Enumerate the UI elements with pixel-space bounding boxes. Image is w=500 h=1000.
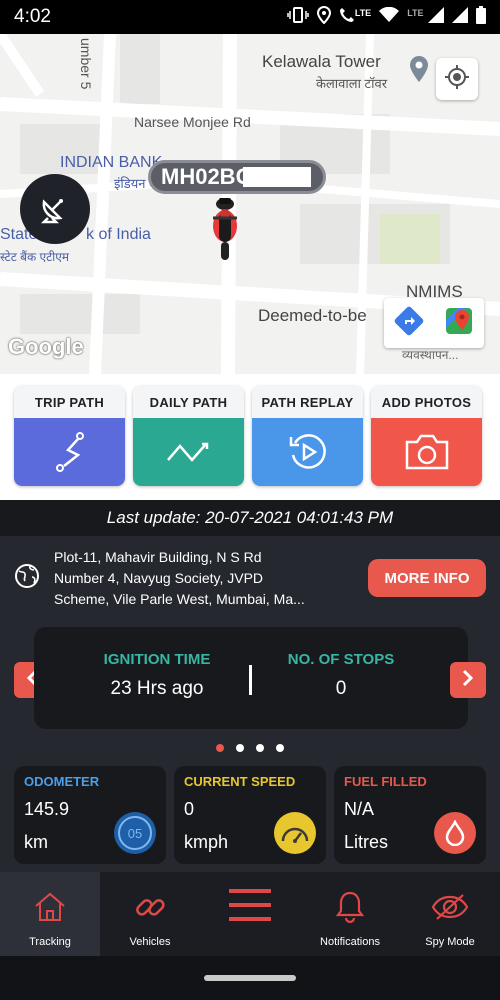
trip-path-icon <box>14 418 125 486</box>
vehicle-address: Plot-11, Mahavir Building, N S Rd Number… <box>54 547 354 610</box>
vehicle-number-tag[interactable]: MH02BC <box>148 160 326 194</box>
status-bar: 4:02 LTE LTE <box>0 0 500 34</box>
map-label-kelawala-tower-hi: केलावाला टॉवर <box>316 76 388 91</box>
bottom-navigation: Tracking Vehicles Notifications Spy Mode <box>0 872 500 956</box>
chevron-right-icon <box>461 669 475 692</box>
trip-path-label: TRIP PATH <box>14 386 125 418</box>
vehicle-number-redaction <box>243 167 311 187</box>
nav-spy-mode-label: Spy Mode <box>425 936 475 948</box>
map-label-narsee-monjee: Narsee Monjee Rd <box>134 114 251 130</box>
fuel-filled-card: FUEL FILLED N/A Litres <box>334 766 486 864</box>
stops-value: 0 <box>335 678 347 699</box>
ignition-time-title: IGNITION TIME <box>103 651 211 668</box>
signal-icon-2 <box>452 6 468 28</box>
carousel-dot[interactable] <box>256 744 264 752</box>
nav-tracking-label: Tracking <box>29 936 71 948</box>
map-pin-icon <box>410 56 428 87</box>
daily-path-icon <box>133 418 244 486</box>
stops-section: NO. OF STOPS 0 <box>256 651 426 700</box>
trip-info-card: IGNITION TIME 23 Hrs ago NO. OF STOPS 0 <box>34 627 468 729</box>
call-lte-icon: LTE <box>339 7 371 28</box>
map-label-road-number5: umber 5 <box>78 38 94 90</box>
location-icon <box>316 5 331 29</box>
ignition-time-value: 23 Hrs ago <box>110 678 204 699</box>
lte-label-2: LTE <box>407 8 424 19</box>
menu-icon <box>227 882 273 928</box>
more-info-button[interactable]: MORE INFO <box>368 559 486 597</box>
battery-icon <box>476 5 486 29</box>
fuel-drop-icon <box>434 812 476 854</box>
vibrate-icon <box>287 6 309 28</box>
nav-vehicles-label: Vehicles <box>129 936 171 948</box>
address-line-1: Plot-11, Mahavir Building, N S Rd <box>54 548 262 565</box>
add-photos-label: ADD PHOTOS <box>371 386 482 418</box>
add-photos-button[interactable]: ADD PHOTOS <box>371 386 482 486</box>
daily-path-label: DAILY PATH <box>133 386 244 418</box>
status-time: 4:02 <box>14 6 51 27</box>
camera-icon <box>371 418 482 486</box>
action-buttons-row: TRIP PATH DAILY PATH PATH REPLAY ADD PHO… <box>0 374 500 500</box>
carousel-dot[interactable] <box>236 744 244 752</box>
carousel-dot[interactable] <box>276 744 284 752</box>
next-card-button[interactable] <box>450 662 486 698</box>
current-speed-card: CURRENT SPEED 0 kmph <box>174 766 326 864</box>
odometer-icon: 05 <box>114 812 156 854</box>
lte-label: LTE <box>354 8 372 19</box>
last-update-text: Last update: 20-07-2021 04:01:43 PM <box>0 500 500 536</box>
bike-marker-icon[interactable] <box>208 196 242 269</box>
google-logo: Google <box>8 334 84 359</box>
address-line-3: Scheme, Vile Parle West, Mumbai, Ma... <box>54 590 305 607</box>
map-view[interactable]: Kelawala Tower केलावाला टॉवर umber 5 Nar… <box>0 34 500 374</box>
eye-icon <box>431 884 469 930</box>
map-label-indian-bank: INDIAN BANK <box>60 154 163 171</box>
home-icon <box>33 884 67 930</box>
satellite-toggle-button[interactable] <box>20 174 90 244</box>
home-gesture-pill[interactable] <box>204 975 296 981</box>
external-maps-buttons <box>384 298 484 348</box>
google-maps-icon[interactable] <box>444 306 474 341</box>
speedometer-icon <box>274 812 316 854</box>
nav-tracking[interactable]: Tracking <box>0 872 100 956</box>
map-label-kelawala-tower: Kelawala Tower <box>262 52 381 71</box>
satellite-dish-icon <box>38 190 72 229</box>
trip-path-button[interactable]: TRIP PATH <box>14 386 125 486</box>
map-label-deemed: Deemed-to-be <box>258 306 367 325</box>
nav-vehicles[interactable]: Vehicles <box>100 872 200 956</box>
wifi-icon <box>379 6 400 28</box>
nav-notifications-label: Notifications <box>320 936 380 948</box>
map-label-state-bank-2: k of India <box>86 226 151 243</box>
carousel-pagination <box>0 744 500 752</box>
nav-menu[interactable] <box>200 872 300 956</box>
system-navigation-bar <box>0 956 500 1000</box>
address-row: Plot-11, Mahavir Building, N S Rd Number… <box>0 536 500 620</box>
address-line-2: Number 4, Navyug Society, JVPD <box>54 569 264 586</box>
directions-icon[interactable] <box>394 306 424 341</box>
signal-icon: LTE <box>407 6 444 28</box>
map-label-state-bank-hi: स्टेट बैंक एटीएम <box>0 250 70 264</box>
path-replay-label: PATH REPLAY <box>252 386 363 418</box>
globe-icon <box>14 563 40 594</box>
nav-notifications[interactable]: Notifications <box>300 872 400 956</box>
status-icons: LTE LTE <box>287 5 486 29</box>
odometer-icon-text: 05 <box>118 816 152 850</box>
path-replay-button[interactable]: PATH REPLAY <box>252 386 363 486</box>
chain-link-icon <box>132 884 168 930</box>
current-speed-title: CURRENT SPEED <box>184 774 296 789</box>
odometer-title: ODOMETER <box>24 774 100 789</box>
fuel-filled-title: FUEL FILLED <box>344 774 427 789</box>
crosshair-icon <box>444 64 470 95</box>
stops-title: NO. OF STOPS <box>287 651 395 668</box>
my-location-button[interactable] <box>436 58 478 100</box>
vehicle-number: MH02BC <box>161 164 252 189</box>
bell-icon <box>335 884 365 930</box>
map-label-nmims-hi: व्यवस्थापन... <box>402 348 459 362</box>
replay-icon <box>252 418 363 486</box>
ignition-time-section: IGNITION TIME 23 Hrs ago <box>72 651 242 700</box>
odometer-card: ODOMETER 145.9 km 05 <box>14 766 166 864</box>
daily-path-button[interactable]: DAILY PATH <box>133 386 244 486</box>
nav-spy-mode[interactable]: Spy Mode <box>400 872 500 956</box>
carousel-dot[interactable] <box>216 744 224 752</box>
info-divider <box>249 665 252 695</box>
